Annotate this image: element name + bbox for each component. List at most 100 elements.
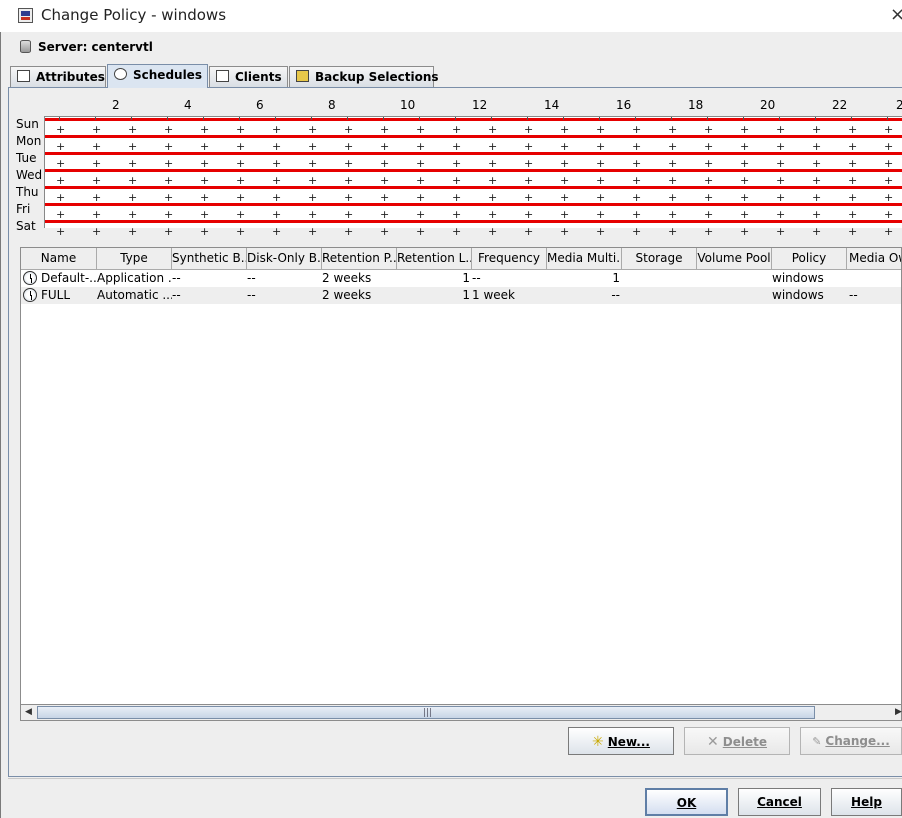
- horizontal-scrollbar[interactable]: ◀ ||| ▶: [20, 704, 902, 721]
- grid-marker: +: [128, 157, 138, 170]
- grid-marker: +: [776, 157, 786, 170]
- column-header-disk-only[interactable]: Disk-Only B...: [247, 248, 322, 270]
- grid-marker: +: [416, 225, 426, 238]
- change-button[interactable]: ✎ Change...: [800, 727, 902, 755]
- grid-marker: +: [488, 225, 498, 238]
- grid-marker: +: [704, 123, 714, 136]
- grid-marker: +: [272, 174, 282, 187]
- close-icon[interactable]: ×: [890, 4, 902, 25]
- new-button[interactable]: ✳ New...: [568, 727, 674, 755]
- column-header-volume-pool[interactable]: Volume Pool: [697, 248, 772, 270]
- grid-marker: +: [308, 140, 318, 153]
- hour-label: 8: [328, 98, 336, 112]
- grid-marker: +: [884, 174, 894, 187]
- cell-retention-period: 2 weeks: [322, 288, 372, 302]
- hour-tick: [419, 117, 420, 120]
- scroll-thumb[interactable]: |||: [37, 706, 815, 719]
- hour-label: 6: [256, 98, 264, 112]
- grid-marker: +: [632, 208, 642, 221]
- grid-marker: +: [308, 174, 318, 187]
- grid-marker: +: [308, 191, 318, 204]
- grid-marker: +: [632, 123, 642, 136]
- delete-button[interactable]: ✕ Delete: [684, 727, 790, 755]
- grid-marker: +: [380, 225, 390, 238]
- grid-marker: +: [164, 140, 174, 153]
- grid-marker: +: [344, 140, 354, 153]
- tab-label: Clients: [235, 70, 282, 84]
- column-header-type[interactable]: Type: [97, 248, 172, 270]
- grid-marker: +: [56, 123, 66, 136]
- column-header-retention-level[interactable]: Retention L...: [397, 248, 472, 270]
- title-bar: Change Policy - windows ×: [0, 0, 902, 32]
- help-button[interactable]: Help: [831, 788, 902, 816]
- cell-type: Application ...: [97, 271, 172, 285]
- column-header-policy[interactable]: Policy: [772, 248, 847, 270]
- tab-clients[interactable]: Clients: [209, 66, 288, 87]
- ok-button[interactable]: OK: [645, 788, 728, 816]
- column-header-synthetic[interactable]: Synthetic B...: [172, 248, 247, 270]
- grid-marker: +: [272, 225, 282, 238]
- grid-marker: +: [56, 140, 66, 153]
- delete-x-icon: ✕: [707, 734, 719, 750]
- cancel-button[interactable]: Cancel: [738, 788, 821, 816]
- cell-media-owner: --: [849, 288, 858, 302]
- calendar-grid[interactable]: + + + + + + + + + + + + + + + + + + + + + + + + + + + + + + + + + + + + + + + +…: [44, 116, 902, 237]
- grid-marker: +: [92, 225, 102, 238]
- cell-media-multiplexing: 1: [612, 271, 620, 285]
- grid-marker: +: [416, 174, 426, 187]
- tab-attributes[interactable]: Attributes: [10, 66, 106, 87]
- scroll-right-icon[interactable]: ▶: [895, 707, 902, 717]
- grid-marker: +: [812, 157, 822, 170]
- grid-marker: +: [740, 191, 750, 204]
- hour-label: 12: [472, 98, 488, 112]
- column-header-storage[interactable]: Storage: [622, 248, 697, 270]
- grid-marker: +: [668, 174, 678, 187]
- column-header-frequency[interactable]: Frequency: [472, 248, 547, 270]
- hour-tick: [887, 117, 888, 120]
- grid-marker: +: [272, 157, 282, 170]
- column-header-media-owner[interactable]: Media Ow: [847, 248, 901, 270]
- tab-backup-selections[interactable]: Backup Selections: [289, 66, 439, 87]
- grid-marker: +: [596, 140, 606, 153]
- hour-label: 2: [896, 98, 902, 112]
- cell-retention-level: 1: [462, 288, 470, 302]
- hour-tick: [383, 117, 384, 120]
- hour-tick: [131, 117, 132, 120]
- tab-label: Backup Selections: [315, 70, 439, 84]
- grid-marker: +: [740, 225, 750, 238]
- grid-marker: +: [560, 123, 570, 136]
- grid-marker: +: [740, 140, 750, 153]
- hour-tick: [815, 117, 816, 120]
- grid-marker: +: [344, 174, 354, 187]
- grid-marker: +: [452, 208, 462, 221]
- grid-marker: +: [632, 157, 642, 170]
- grid-marker: +: [128, 225, 138, 238]
- table-row[interactable]: Default-... Application ... -- -- 2 week…: [21, 270, 901, 287]
- table-row[interactable]: FULL Automatic ... -- -- 2 weeks 1 1 wee…: [21, 287, 901, 304]
- column-header-media-multiplexing[interactable]: Media Multi...: [547, 248, 622, 270]
- schedules-table: Name Type Synthetic B... Disk-Only B... …: [20, 247, 902, 721]
- column-header-retention-period[interactable]: Retention P...: [322, 248, 397, 270]
- grid-marker: +: [164, 225, 174, 238]
- scroll-left-icon[interactable]: ◀: [25, 707, 32, 717]
- grid-marker: +: [164, 157, 174, 170]
- hour-tick: [311, 117, 312, 120]
- grid-marker: +: [416, 191, 426, 204]
- grid-marker: +: [56, 208, 66, 221]
- grid-marker: +: [164, 191, 174, 204]
- grid-marker: +: [704, 208, 714, 221]
- app-icon: [18, 8, 33, 23]
- grid-marker: +: [308, 225, 318, 238]
- column-header-name[interactable]: Name: [21, 248, 97, 270]
- hour-tick: [527, 117, 528, 120]
- grid-marker: +: [776, 225, 786, 238]
- grid-marker: +: [236, 140, 246, 153]
- day-label-mon: Mon: [16, 134, 42, 148]
- cell-retention-period: 2 weeks: [322, 271, 372, 285]
- grid-marker: +: [452, 123, 462, 136]
- grid-marker: +: [668, 123, 678, 136]
- day-label-thu: Thu: [16, 185, 39, 199]
- hour-tick: [239, 117, 240, 120]
- tab-schedules[interactable]: Schedules: [107, 64, 208, 88]
- tab-label: Schedules: [133, 68, 202, 82]
